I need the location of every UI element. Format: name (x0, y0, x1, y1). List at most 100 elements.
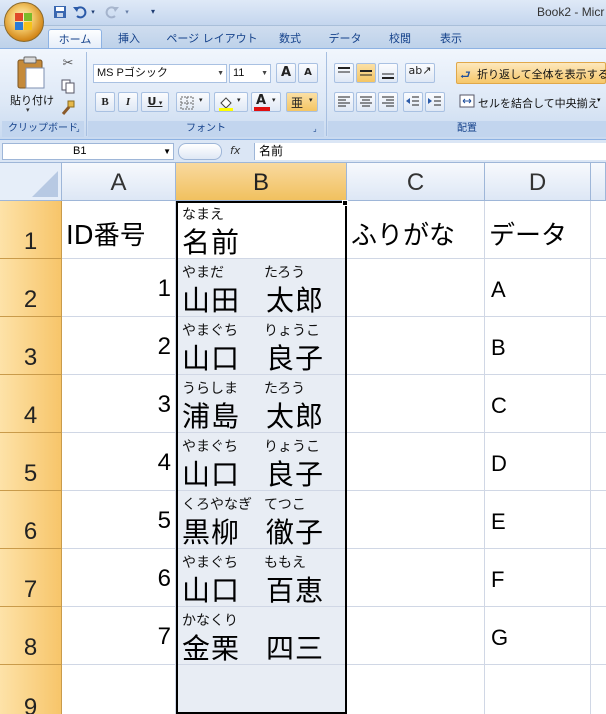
align-middle-button[interactable] (356, 63, 376, 83)
select-all-button[interactable] (0, 163, 62, 201)
cell-furigana[interactable] (347, 549, 485, 607)
save-icon[interactable] (52, 4, 68, 20)
cell-e1[interactable] (591, 201, 606, 259)
cell-id[interactable]: 6 (62, 549, 176, 607)
decrease-indent-button[interactable] (403, 92, 423, 112)
phonetic-guide-button[interactable]: 亜 ▾ (286, 92, 318, 112)
bold-button[interactable]: B (95, 92, 115, 112)
underline-button[interactable]: U ▾ (141, 92, 169, 112)
cell-name[interactable]: やまぐち ももえ 山口 百恵 (176, 549, 347, 607)
undo-icon[interactable] (72, 4, 88, 20)
paste-button[interactable]: 貼り付け ▾ (6, 54, 54, 118)
shrink-font-button[interactable]: A (298, 63, 318, 83)
cell-name[interactable]: やまだ たろう 山田 太郎 (176, 259, 347, 317)
column-header-e[interactable] (591, 163, 606, 201)
cell-data[interactable]: F (485, 549, 591, 607)
cell-data[interactable]: G (485, 607, 591, 665)
font-name-combo[interactable]: MS Pゴシック ▼ (93, 64, 227, 83)
cell-id[interactable]: 5 (62, 491, 176, 549)
increase-indent-button[interactable] (425, 92, 445, 112)
cell-c9[interactable] (347, 665, 485, 714)
cell-e[interactable] (591, 259, 606, 317)
name-box[interactable]: B1 ▼ (2, 143, 174, 160)
cell-furigana[interactable] (347, 433, 485, 491)
align-left-button[interactable] (334, 92, 354, 112)
cell-d9[interactable] (485, 665, 591, 714)
column-header-b[interactable]: B (176, 163, 347, 201)
tab-home[interactable]: ホーム (48, 29, 102, 48)
borders-button[interactable]: ▾ (176, 92, 210, 112)
insert-function-icon[interactable]: fx (230, 144, 240, 157)
tab-review[interactable]: 校閲 (380, 29, 420, 48)
cell-d1[interactable]: データ (485, 201, 591, 259)
cell-data[interactable]: D (485, 433, 591, 491)
cell-furigana[interactable] (347, 607, 485, 665)
cell-name[interactable]: かなくり 金栗 四三 (176, 607, 347, 665)
align-center-button[interactable] (356, 92, 376, 112)
align-right-button[interactable] (378, 92, 398, 112)
cell-a1[interactable]: ID番号 (62, 201, 176, 259)
row-header-4[interactable]: 4 (0, 375, 62, 433)
row-header-7[interactable]: 7 (0, 549, 62, 607)
cell-c1[interactable]: ふりがな (347, 201, 485, 259)
tab-formulas[interactable]: 数式 (270, 29, 310, 48)
cell-name[interactable]: くろやなぎ てつこ 黒柳 徹子 (176, 491, 347, 549)
cell-name[interactable]: やまぐち りょうこ 山口 良子 (176, 317, 347, 375)
cell-id[interactable]: 7 (62, 607, 176, 665)
formula-input[interactable]: 名前 (254, 143, 606, 160)
italic-button[interactable]: I (118, 92, 138, 112)
cell-name[interactable]: うらしま たろう 浦島 太郎 (176, 375, 347, 433)
row-header-8[interactable]: 8 (0, 607, 62, 665)
redo-dropdown-icon[interactable]: ▾ (122, 4, 132, 20)
copy-icon[interactable] (60, 78, 76, 94)
font-color-button[interactable]: A ▾ (251, 92, 281, 112)
clipboard-launcher-icon[interactable]: ⌟ (76, 124, 80, 133)
cell-e9[interactable] (591, 665, 606, 714)
cell-data[interactable]: E (485, 491, 591, 549)
cell-furigana[interactable] (347, 317, 485, 375)
cell-b1[interactable]: なまえ 名前 (176, 201, 347, 259)
office-button[interactable] (4, 2, 44, 42)
cell-id[interactable]: 2 (62, 317, 176, 375)
row-header-2[interactable]: 2 (0, 259, 62, 317)
scissors-icon[interactable]: ✂ (60, 56, 76, 72)
row-header-1[interactable]: 1 (0, 201, 62, 259)
tab-data[interactable]: データ (322, 29, 368, 48)
cell-id[interactable]: 4 (62, 433, 176, 491)
customize-qat-icon[interactable]: ▾ (148, 4, 158, 20)
font-launcher-icon[interactable]: ⌟ (313, 124, 317, 133)
cell-e[interactable] (591, 549, 606, 607)
tab-view[interactable]: 表示 (430, 29, 472, 48)
brush-icon[interactable] (60, 100, 76, 116)
tab-page-layout[interactable]: ページ レイアウト (162, 29, 262, 48)
column-header-d[interactable]: D (485, 163, 591, 201)
cell-e[interactable] (591, 433, 606, 491)
row-header-5[interactable]: 5 (0, 433, 62, 491)
cell-furigana[interactable] (347, 375, 485, 433)
grow-font-button[interactable]: A (276, 63, 296, 83)
cell-e[interactable] (591, 375, 606, 433)
cell-id[interactable]: 3 (62, 375, 176, 433)
cell-data[interactable]: B (485, 317, 591, 375)
cell-a9[interactable] (62, 665, 176, 714)
row-header-6[interactable]: 6 (0, 491, 62, 549)
cell-furigana[interactable] (347, 259, 485, 317)
merge-center-button[interactable]: セルを結合して中央揃え ▾ (456, 91, 606, 113)
cell-data[interactable]: A (485, 259, 591, 317)
column-header-c[interactable]: C (347, 163, 485, 201)
row-header-9[interactable]: 9 (0, 665, 62, 714)
row-header-3[interactable]: 3 (0, 317, 62, 375)
fill-color-button[interactable]: ▾ (214, 92, 248, 112)
cell-data[interactable]: C (485, 375, 591, 433)
tab-insert[interactable]: 挿入 (108, 29, 150, 48)
cell-name[interactable]: やまぐち りょうこ 山口 良子 (176, 433, 347, 491)
redo-icon[interactable] (104, 4, 120, 20)
cell-e[interactable] (591, 607, 606, 665)
align-bottom-button[interactable] (378, 63, 398, 83)
cell-id[interactable]: 1 (62, 259, 176, 317)
font-size-combo[interactable]: 11 ▼ (229, 64, 271, 83)
column-header-a[interactable]: A (62, 163, 176, 201)
cell-e[interactable] (591, 317, 606, 375)
cell-furigana[interactable] (347, 491, 485, 549)
cell-b9[interactable] (176, 665, 347, 714)
